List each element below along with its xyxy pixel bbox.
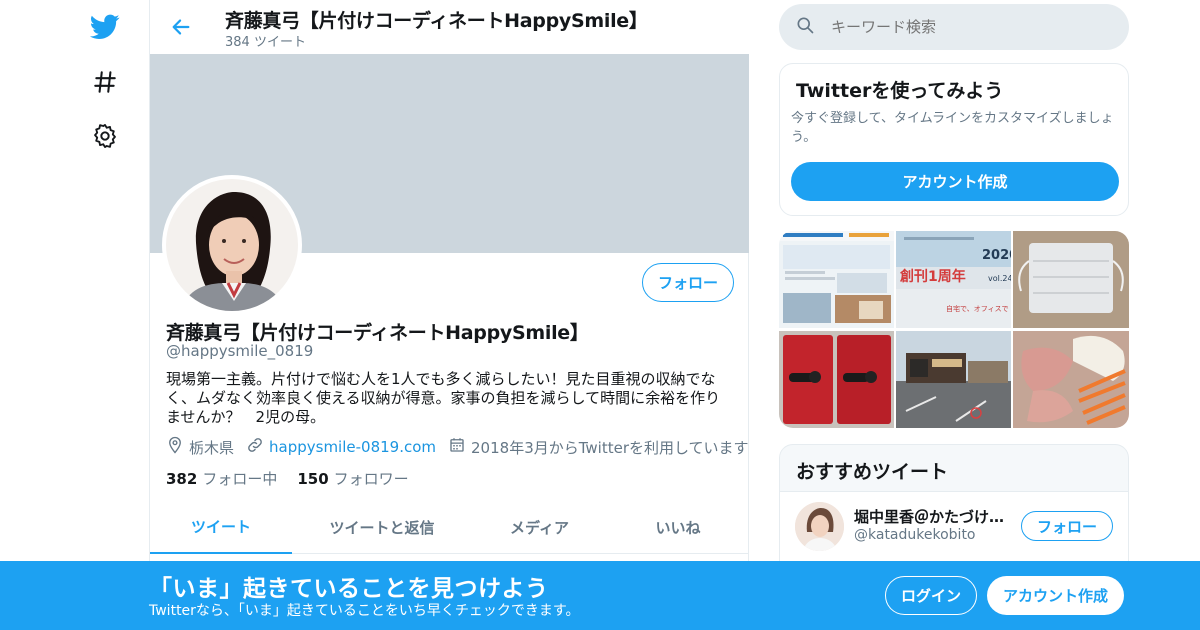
location-item: 栃木県 xyxy=(166,436,234,458)
gear-icon[interactable] xyxy=(80,111,130,161)
tab-media[interactable]: メディア xyxy=(472,500,607,554)
recommended-title: おすすめツイート xyxy=(796,461,949,483)
joined-item: 2018年3月からTwitterを利用しています xyxy=(448,436,749,458)
create-account-button[interactable]: アカウント作成 xyxy=(791,162,1119,201)
search-input[interactable] xyxy=(831,18,1101,36)
hashtag-icon[interactable] xyxy=(80,57,130,107)
profile-column: 斉藤真弓【片付けコーディネートHappySmile】 384 ツイート フォロー… xyxy=(149,0,749,630)
profile-tabs: ツイート ツイートと返信 メディア いいね xyxy=(150,500,749,554)
signup-card: Twitterを使ってみよう 今すぐ登録して、タイムラインをカスタマイズしましょ… xyxy=(779,63,1129,216)
login-button[interactable]: ログイン xyxy=(885,576,977,615)
profile-bio: 現場第一主義。片付けで悩む人を1人でも多く減らしたい！見た目重視の収納でなく、ム… xyxy=(166,370,721,426)
recommended-user-avatar[interactable] xyxy=(795,502,844,551)
profile-handle[interactable]: @happysmile_0819 xyxy=(166,342,313,360)
media-thumb-5[interactable] xyxy=(896,331,1011,428)
header-profile-name: 斉藤真弓【片付けコーディネートHappySmile】 xyxy=(225,10,648,32)
media-thumb-6[interactable] xyxy=(1013,331,1129,428)
signup-prompt-bar: 「いま」起きていることを見つけよう Twitterなら、「いま」起きていることを… xyxy=(0,561,1200,630)
profile-avatar[interactable] xyxy=(162,175,302,315)
following-label: フォロー中 xyxy=(202,470,278,488)
thumb-vol-text: vol.24 xyxy=(988,274,1011,283)
following-stat[interactable]: 382 フォロー中 xyxy=(166,468,277,489)
recommended-follow-button[interactable]: フォロー xyxy=(1021,511,1113,541)
media-thumb-2[interactable]: 2020 5.23 vol.24 創刊1周年 自宅で、オフィスで デリバリーを楽… xyxy=(896,231,1011,328)
search-box xyxy=(779,4,1129,50)
left-nav-rail xyxy=(80,0,130,630)
joined-text: 2018年3月からTwitterを利用しています xyxy=(471,438,749,457)
bottom-create-account-button[interactable]: アカウント作成 xyxy=(987,576,1124,615)
prompt-title: 「いま」起きていることを見つけよう xyxy=(149,576,549,602)
recommended-user-row[interactable]: 堀中里香＠かたづけこびと @katadukekobito フォロー xyxy=(780,491,1128,561)
profile-stats: 382 フォロー中 150 フォロワー xyxy=(166,468,429,489)
signup-card-text: 今すぐ登録して、タイムラインをカスタマイズしましょう。 xyxy=(791,111,1114,145)
recommended-user-handle: @katadukekobito xyxy=(854,527,976,543)
search-icon xyxy=(795,15,815,39)
link-icon xyxy=(246,436,269,458)
tab-tweets-and-replies[interactable]: ツイートと返信 xyxy=(292,500,472,554)
tab-likes[interactable]: いいね xyxy=(607,500,749,554)
followers-stat[interactable]: 150 フォロワー xyxy=(297,468,408,489)
followers-count: 150 xyxy=(297,470,329,488)
profile-name: 斉藤真弓【片付けコーディネートHappySmile】 xyxy=(166,322,589,344)
location-pin-icon xyxy=(166,436,189,458)
followers-label: フォロワー xyxy=(333,470,409,488)
website-item: happysmile-0819.com xyxy=(246,436,436,458)
media-thumb-3[interactable] xyxy=(1013,231,1129,328)
thumb-date-text: 2020 5.23 xyxy=(982,248,1011,263)
profile-header-bar: 斉藤真弓【片付けコーディネートHappySmile】 384 ツイート xyxy=(150,0,749,54)
location-text: 栃木県 xyxy=(189,438,235,457)
header-tweet-count: 384 ツイート xyxy=(225,35,306,50)
media-thumb-1[interactable] xyxy=(779,231,894,328)
twitter-bird-icon[interactable] xyxy=(80,2,130,52)
prompt-subtitle: Twitterなら、「いま」起きていることをいち早くチェックできます。 xyxy=(149,603,580,619)
website-link[interactable]: happysmile-0819.com xyxy=(269,438,436,456)
profile-meta: 栃木県 happysmile-0819.com 2018年3月からTwitter… xyxy=(166,436,761,458)
signup-card-title: Twitterを使ってみよう xyxy=(796,80,1004,102)
calendar-icon xyxy=(448,436,471,458)
recommended-user-name[interactable]: 堀中里香＠かたづけこびと xyxy=(854,506,1009,527)
back-arrow-icon[interactable] xyxy=(166,12,196,42)
thumb-anniversary-text: 創刊1周年 xyxy=(899,268,966,285)
following-count: 382 xyxy=(166,470,198,488)
follow-button[interactable]: フォロー xyxy=(642,263,734,302)
media-grid: 2020 5.23 vol.24 創刊1周年 自宅で、オフィスで デリバリーを楽… xyxy=(779,231,1129,428)
tab-tweets[interactable]: ツイート xyxy=(150,500,292,554)
thumb-delivery-text: 自宅で、オフィスで デリバリーを楽しむ xyxy=(946,304,1011,313)
media-thumb-4[interactable] xyxy=(779,331,894,428)
